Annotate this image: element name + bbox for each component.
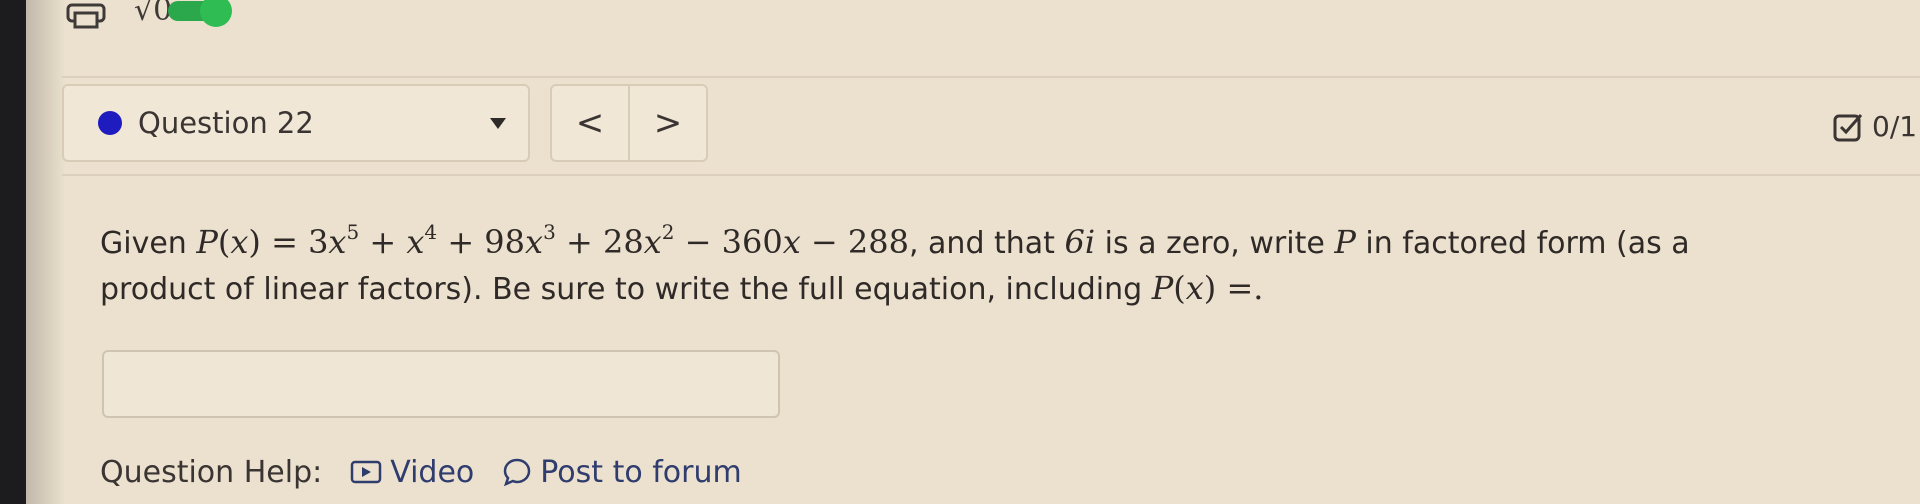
toolbar-divider	[62, 76, 1920, 78]
video-help-link[interactable]: Video	[350, 455, 474, 490]
forum-link-label: Post to forum	[540, 454, 742, 490]
score-indicator: 0/1	[1832, 110, 1917, 143]
question-select-label: Question 22	[138, 106, 314, 140]
next-question-button[interactable]: >	[628, 86, 706, 160]
after-zero: is a zero, write	[1104, 226, 1325, 261]
question-help-label: Question Help:	[100, 454, 323, 490]
after-polynomial: , and that	[908, 226, 1055, 261]
video-icon	[350, 460, 382, 484]
question-status-dot	[98, 111, 122, 135]
question-select[interactable]: Question 22	[62, 84, 530, 162]
answer-input[interactable]	[102, 350, 780, 418]
prev-question-button[interactable]: <	[552, 86, 628, 160]
checkbox-icon	[1833, 113, 1863, 141]
question-nav: < >	[550, 84, 708, 162]
top-toolbar: √0	[64, 0, 233, 34]
speech-bubble-icon	[504, 458, 531, 487]
bezel-shadow	[26, 0, 66, 504]
forum-help-link[interactable]: Post to forum	[502, 454, 742, 490]
printer-icon[interactable]	[64, 0, 108, 29]
question-intro: Given	[100, 226, 187, 261]
polynomial-expression: P(x) = 3x5 + x4 + 98x3 + 28x2 − 360x − 2…	[196, 220, 909, 261]
math-toggle[interactable]	[168, 0, 233, 27]
sqrt-icon[interactable]: √0	[134, 0, 172, 28]
header-divider	[62, 174, 1920, 176]
video-link-label: Video	[390, 454, 475, 490]
poly-name: P	[1334, 223, 1356, 261]
caret-down-icon	[490, 117, 506, 129]
toggle-knob	[200, 0, 233, 27]
equation-prefix: P(x) =.	[1151, 269, 1264, 307]
zero-value: 6i	[1064, 223, 1096, 261]
question-text: Given P(x) = 3x5 + x4 + 98x3 + 28x2 − 36…	[100, 220, 1740, 312]
screen-bezel	[0, 0, 26, 504]
score-text: 0/1	[1872, 110, 1918, 143]
question-help: Question Help: Video Post to forum	[100, 452, 770, 492]
